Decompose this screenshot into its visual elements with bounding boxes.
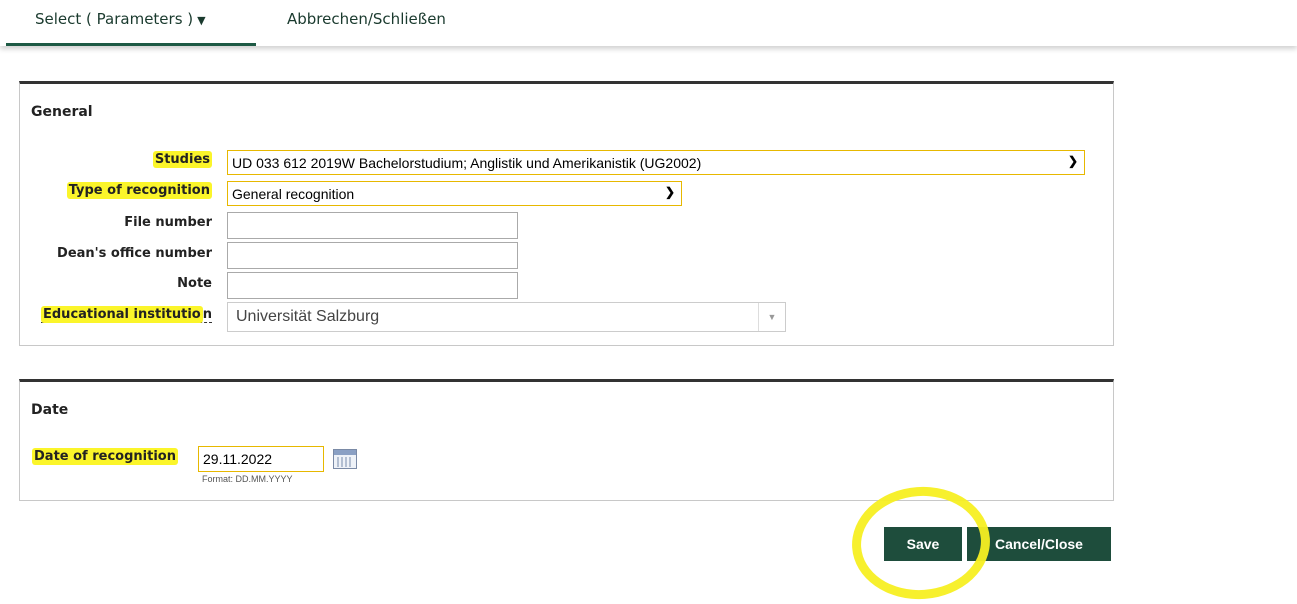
- studies-select[interactable]: UD 033 612 2019W Bachelorstudium; Anglis…: [227, 150, 1085, 175]
- file-number-input[interactable]: [227, 212, 518, 239]
- general-panel: General Studies UD 033 612 2019W Bachelo…: [19, 81, 1114, 346]
- chevron-down-icon: ❯: [664, 185, 675, 199]
- educational-institution-label: Educational institutio n: [41, 306, 212, 323]
- type-of-recognition-label: Type of recognition: [66, 182, 212, 199]
- type-of-recognition-select[interactable]: General recognition ❯: [227, 181, 682, 206]
- educational-institution-combobox[interactable]: Universität Salzburg ▼: [227, 302, 786, 332]
- studies-selected-value: UD 033 612 2019W Bachelorstudium; Anglis…: [232, 154, 702, 171]
- tab-select-parameters[interactable]: Select ( Parameters ) ▼: [35, 10, 206, 34]
- calendar-icon[interactable]: [333, 449, 357, 469]
- deans-office-number-input[interactable]: [227, 242, 518, 269]
- deans-office-number-label: Dean's office number: [57, 246, 212, 261]
- note-input[interactable]: [227, 272, 518, 299]
- date-panel: Date Date of recognition 29.11.2022 Form…: [19, 379, 1114, 501]
- general-title: General: [31, 104, 93, 120]
- note-label: Note: [177, 276, 212, 291]
- date-of-recognition-input[interactable]: 29.11.2022: [198, 446, 324, 472]
- file-number-label: File number: [124, 215, 212, 230]
- date-title: Date: [31, 402, 69, 418]
- studies-label: Studies: [152, 151, 212, 168]
- date-format-hint: Format: DD.MM.YYYY: [202, 474, 293, 484]
- tab-cancel-close[interactable]: Abbrechen/Schließen: [287, 10, 446, 34]
- institution-value: Universität Salzburg: [236, 308, 380, 325]
- date-of-recognition-label: Date of recognition: [32, 448, 178, 465]
- caret-down-icon: ▼: [197, 14, 206, 27]
- top-nav-bar: Select ( Parameters ) ▼ Abbrechen/Schließ…: [0, 0, 1297, 46]
- tab-select-label: Select ( Parameters ): [35, 10, 194, 28]
- chevron-down-icon: ❯: [1067, 154, 1078, 168]
- active-tab-indicator: [6, 43, 256, 46]
- type-selected-value: General recognition: [232, 185, 355, 202]
- dropdown-arrow-icon[interactable]: ▼: [758, 303, 785, 331]
